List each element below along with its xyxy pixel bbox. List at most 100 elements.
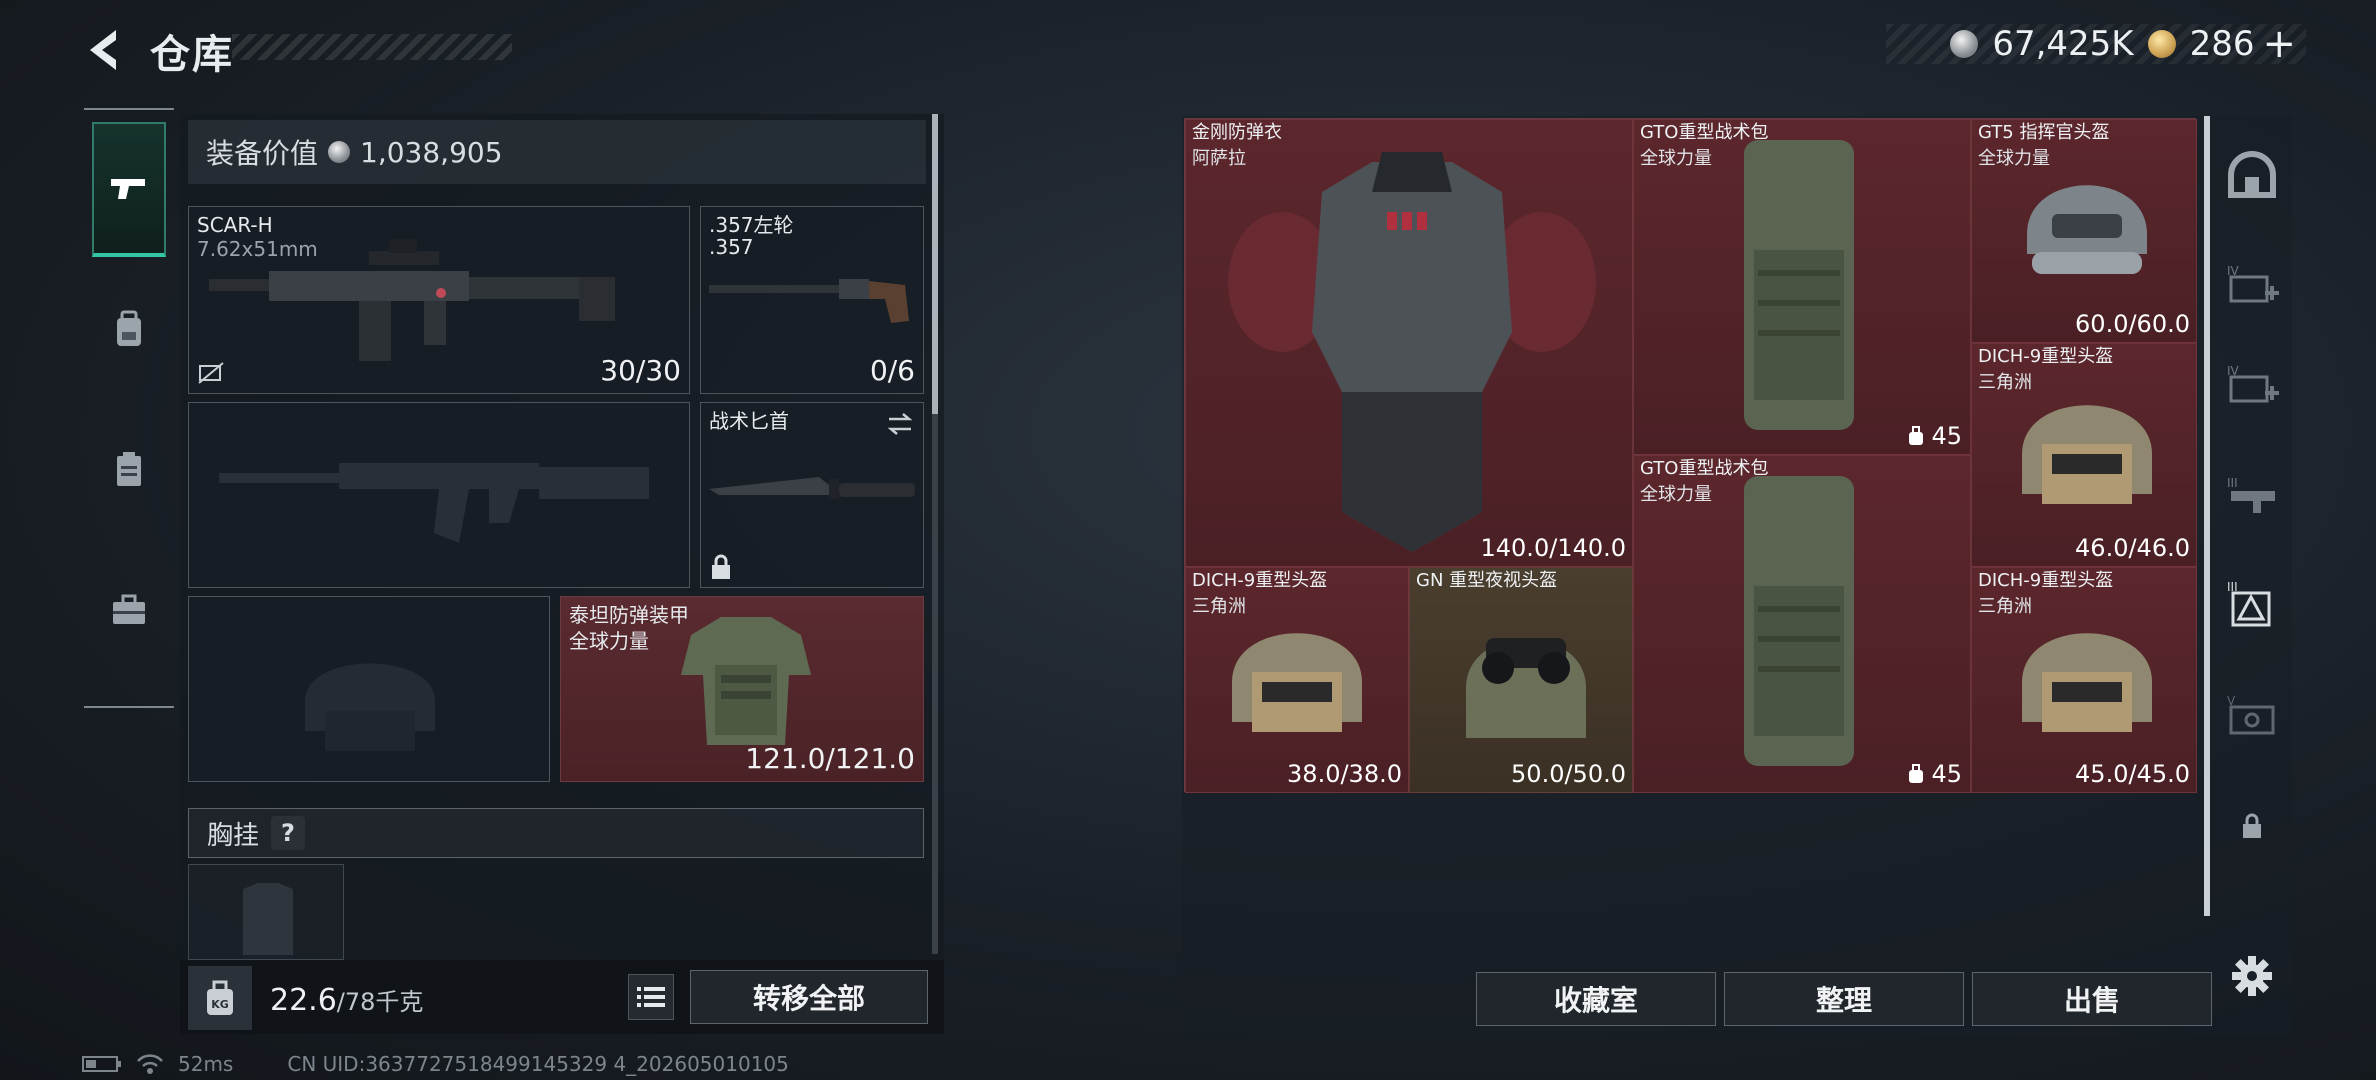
list-view-button[interactable] [628,974,674,1020]
equipment-scroll-thumb[interactable] [932,114,938,414]
item-durability: 38.0/38.0 [1287,760,1402,788]
status-bar: 52ms CN UID:3637727518499145329 4_202605… [82,1052,789,1076]
nav-consumables[interactable] [92,402,166,537]
bag-button[interactable]: KG [188,966,252,1030]
filter-storage-v[interactable]: V [2222,686,2282,746]
storage-item-armor[interactable]: 金刚防弹衣 阿萨拉 140.0/140.0 [1185,119,1633,567]
knife-icon [709,477,915,499]
grid-alert-icon: III [2227,580,2271,627]
item-capacity-value: 45 [1931,760,1962,788]
gold-coin-icon [2147,30,2176,58]
storage-grid: 金刚防弹衣 阿萨拉 140.0/140.0 GTO重型战术包 全球力量 45 G… [1184,118,2197,793]
lock-icon [712,554,730,579]
storage-expand-icon: IV [2227,264,2279,303]
empty-weapon-slot[interactable] [188,402,690,588]
transfer-all-button[interactable]: 转移全部 [690,970,928,1024]
weight-bag-icon: KG [207,980,233,1015]
item-capacity-value: 45 [1931,422,1962,450]
item-name: GN 重型夜视头盔 [1416,570,1558,591]
add-currency-button[interactable]: + [2262,24,2296,64]
collection-room-button[interactable]: 收藏室 [1476,972,1716,1026]
nav-toolbox[interactable] [92,542,166,677]
nav-gear[interactable] [92,262,166,397]
dome-icon [2228,151,2276,198]
revolver-icon [709,279,909,323]
title-decoration [232,34,512,60]
pistol-icon [111,178,145,199]
storage-item-heavy-helmet[interactable]: DICH-9重型头盔 三角洲 38.0/38.0 [1185,567,1409,793]
storage-scrollbar[interactable] [2204,116,2210,916]
storage-filter-column: IV IV III III V [2214,116,2290,1036]
toolbox-icon [113,594,145,624]
heavy-helmet-icon [1232,633,1362,732]
back-arrow-icon[interactable] [82,26,122,74]
storage-item-heavy-helmet[interactable]: DICH-9重型头盔 三角洲 45.0/45.0 [1971,567,2197,793]
weight-readout: 22.6/78千克 [270,982,423,1018]
weight-max: /78千克 [336,988,424,1016]
backpack-icon [1744,140,1854,430]
filter-storage-iii[interactable]: III [2222,466,2282,526]
gold-amount: 286 [2189,24,2255,64]
item-capacity: 45 [1907,422,1962,450]
heavy-helmet-icon [2022,633,2152,732]
list-icon [637,987,665,1007]
storage-expand-icon: IV [2227,364,2279,403]
ping-value: 52ms [178,1052,234,1076]
storage-item-backpack[interactable]: GTO重型战术包 全球力量 45 [1633,455,1971,793]
helmet-silhouette-icon [305,663,435,751]
storage-item-commander-helmet[interactable]: GT5 指挥官头盔 全球力量 60.0/60.0 [1971,119,2197,343]
svg-text:IV: IV [2227,264,2240,278]
battery-icon [82,1056,121,1072]
secondary-weapon-slot[interactable]: .357左轮 .357 0/6 [700,206,924,394]
backpack-icon [1744,476,1854,766]
chest-rig-row: 胸挂 ? [188,808,924,858]
armor-slot[interactable]: 泰坦防弹装甲 全球力量 121.0/121.0 [560,596,924,782]
ticket-icon: V [2227,694,2275,735]
filter-locked[interactable] [2222,796,2282,856]
silver-coin-icon [1950,30,1979,58]
item-origin: 全球力量 [1640,148,1712,169]
primary-weapon-slot[interactable]: SCAR-H 7.62x51mm 30/30 [188,206,690,394]
gear-icon [2232,956,2272,996]
svg-text:IV: IV [2227,364,2240,378]
svg-text:III: III [2227,476,2238,490]
backpack-icon [117,310,141,346]
sort-button[interactable]: 整理 [1724,972,1964,1026]
silver-coin-icon [328,141,351,163]
settings-button[interactable] [2222,946,2282,1006]
swap-icon[interactable] [885,411,915,437]
tactical-helmet-icon [2027,185,2147,274]
filter-all[interactable] [2222,146,2282,206]
helmet-slot[interactable] [188,596,550,782]
item-durability: 50.0/50.0 [1511,760,1626,788]
equipment-value-label: 装备价值 [206,137,319,170]
weapon-name: .357左轮 [709,213,794,237]
nav-weapons[interactable] [92,122,166,257]
chest-rig-silhouette-icon [243,883,293,955]
page-title: 仓库 [150,32,234,78]
storage-item-nightvision-helmet[interactable]: GN 重型夜视头盔 50.0/50.0 [1409,567,1633,793]
filter-storage-ii[interactable]: III [2222,576,2282,636]
armor-durability: 121.0/121.0 [745,742,915,775]
item-name: DICH-9重型头盔 [1978,570,2114,591]
weapon-rack-icon: III [2227,476,2275,513]
heavy-armor-icon [1228,152,1596,552]
weapon-caliber: .357 [709,235,754,259]
item-name: DICH-9重型头盔 [1192,570,1328,591]
storage-item-backpack[interactable]: GTO重型战术包 全球力量 45 [1633,119,1971,455]
equipment-value: 1,038,905 [360,135,503,169]
silver-amount: 67,425K [1992,24,2134,64]
filter-storage-iv-a[interactable]: IV [2222,256,2282,316]
help-button[interactable]: ? [271,816,306,850]
rifle-icon [209,239,615,361]
chest-rig-slot[interactable] [188,864,344,960]
weight-current: 22.6 [270,983,337,1018]
item-name: GT5 指挥官头盔 [1978,122,2110,143]
weapon-ammo-count: 30/30 [600,354,681,387]
item-durability: 46.0/46.0 [2075,534,2190,562]
melee-slot[interactable]: 战术匕首 [700,402,924,588]
sell-button[interactable]: 出售 [1972,972,2212,1026]
storage-item-heavy-helmet[interactable]: DICH-9重型头盔 三角洲 46.0/46.0 [1971,343,2197,567]
filter-storage-iv-b[interactable]: IV [2222,356,2282,416]
item-durability: 60.0/60.0 [2075,310,2190,338]
